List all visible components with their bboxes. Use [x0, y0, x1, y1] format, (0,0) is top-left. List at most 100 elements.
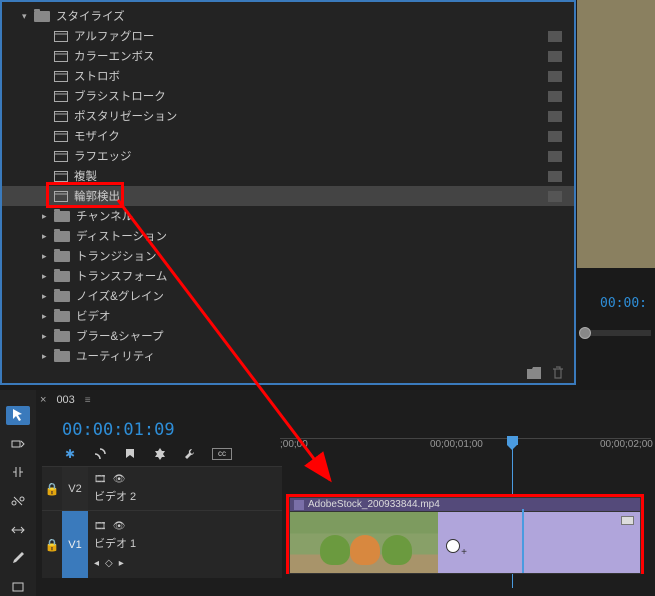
- caret-right-icon: ▸: [42, 311, 54, 322]
- track-select-tool[interactable]: [6, 435, 30, 454]
- panel-menu-icon[interactable]: ≡: [85, 395, 91, 406]
- effects-panel: ▾ スタイライズ アルファグロー カラーエンボス ストロボ ブラシストローク ポ…: [0, 0, 576, 385]
- razor-tool[interactable]: [6, 492, 30, 511]
- effect-label: 複製: [74, 168, 548, 184]
- effect-item[interactable]: ストロボ: [2, 66, 574, 86]
- clip-thumbnail: [290, 512, 438, 573]
- panel-footer: [526, 366, 566, 380]
- thumbnail-content: [382, 535, 412, 565]
- folder-stylize[interactable]: ▾ スタイライズ: [2, 6, 574, 26]
- timeline-toolbar: ✱ cc: [62, 446, 232, 462]
- effect-badge-icon: [548, 131, 562, 142]
- track-headers: 🔒 V2 🎞 👁 ビデオ 2 🔒 V1 🎞 👁 ビデオ 1 ◂: [42, 466, 282, 578]
- scrub-bar[interactable]: [579, 330, 651, 336]
- toggle-eye-icon[interactable]: 👁: [113, 521, 126, 532]
- folder-label: トランジション: [76, 248, 566, 264]
- toggle-output-icon[interactable]: 🎞: [94, 474, 107, 485]
- folder-row[interactable]: ▸ トランジション: [2, 246, 574, 266]
- caret-right-icon: ▸: [42, 251, 54, 262]
- playhead-head-icon[interactable]: [507, 436, 518, 445]
- clip-body[interactable]: [289, 512, 641, 574]
- clip-playhead-line: [522, 509, 524, 573]
- effects-tree: ▾ スタイライズ アルファグロー カラーエンボス ストロボ ブラシストローク ポ…: [2, 2, 574, 370]
- folder-row[interactable]: ▸チャンネル: [2, 206, 574, 226]
- effect-item[interactable]: アルファグロー: [2, 26, 574, 46]
- toggle-output-icon[interactable]: 🎞: [94, 521, 107, 532]
- folder-label: ノイズ&グレイン: [76, 288, 566, 304]
- time-ruler[interactable]: ;00;00 00;00;01;00 00;00;02;00: [280, 438, 651, 462]
- lock-icon[interactable]: 🔒: [42, 538, 62, 552]
- track-target-v1[interactable]: V1: [62, 511, 88, 578]
- folder-icon: [54, 311, 70, 322]
- preset-icon: [54, 51, 68, 62]
- selection-tool[interactable]: [6, 406, 30, 425]
- timeline-panel: × 003 ≡ 00:00:01:09 ✱ cc ;00;00 00;00;01…: [0, 390, 655, 596]
- folder-label: ブラー&シャープ: [76, 328, 566, 344]
- folder-label: ビデオ: [76, 308, 566, 324]
- track-header-v1[interactable]: 🔒 V1 🎞 👁 ビデオ 1 ◂ ◇ ▸: [42, 510, 282, 578]
- pen-tool[interactable]: [6, 549, 30, 568]
- marker-icon[interactable]: [122, 446, 138, 462]
- captions-icon[interactable]: cc: [212, 448, 232, 460]
- preset-icon: [54, 131, 68, 142]
- new-bin-icon[interactable]: [526, 366, 542, 380]
- next-keyframe-icon[interactable]: ▸: [119, 558, 124, 569]
- monitor-timecode[interactable]: 00:00:: [600, 296, 647, 311]
- timeline-tab[interactable]: × 003 ≡: [40, 394, 91, 406]
- folder-row[interactable]: ▸ ビデオ: [2, 306, 574, 326]
- effect-item[interactable]: ブラシストローク: [2, 86, 574, 106]
- timeline-timecode[interactable]: 00:00:01:09: [62, 420, 175, 440]
- effect-label: カラーエンボス: [74, 48, 548, 64]
- folder-row[interactable]: ▸トランスフォーム: [2, 266, 574, 286]
- wrench-icon[interactable]: [182, 446, 198, 462]
- folder-row[interactable]: ▸ユーティリティ: [2, 346, 574, 366]
- preset-icon: [54, 91, 68, 102]
- linked-selection-icon[interactable]: [92, 446, 108, 462]
- track-target-v2[interactable]: V2: [62, 467, 88, 510]
- effect-item[interactable]: ラフエッジ: [2, 146, 574, 166]
- effect-badge-icon: [548, 31, 562, 42]
- effect-item[interactable]: モザイク: [2, 126, 574, 146]
- effect-item[interactable]: ポスタリゼーション: [2, 106, 574, 126]
- folder-icon: [54, 331, 70, 342]
- annotation-highlight-box: [46, 182, 124, 208]
- ripple-edit-tool[interactable]: [6, 463, 30, 482]
- lock-icon[interactable]: 🔒: [42, 482, 62, 496]
- thumbnail-content: [320, 535, 350, 565]
- folder-row[interactable]: ▸ブラー&シャープ: [2, 326, 574, 346]
- track-name: ビデオ 2: [94, 488, 136, 504]
- effect-item[interactable]: カラーエンボス: [2, 46, 574, 66]
- preset-icon: [54, 31, 68, 42]
- slip-tool[interactable]: [6, 520, 30, 539]
- toggle-eye-icon[interactable]: 👁: [113, 474, 126, 485]
- snap-icon[interactable]: ✱: [62, 446, 78, 462]
- folder-row[interactable]: ▸ディストーション: [2, 226, 574, 246]
- add-keyframe-icon[interactable]: ◇: [105, 558, 113, 569]
- prev-keyframe-icon[interactable]: ◂: [94, 558, 99, 569]
- ruler-mark: 00;00;01;00: [430, 439, 483, 450]
- folder-icon: [54, 251, 70, 262]
- folder-icon: [54, 231, 70, 242]
- track-name: ビデオ 1: [94, 535, 136, 551]
- preset-icon: [54, 111, 68, 122]
- close-tab-icon[interactable]: ×: [40, 394, 46, 406]
- folder-label: トランスフォーム: [76, 268, 566, 284]
- sequence-name: 003: [56, 394, 74, 406]
- scrub-handle-icon[interactable]: [579, 327, 591, 339]
- rectangle-tool[interactable]: [6, 577, 30, 596]
- clip-header[interactable]: AdobeStock_200933844.mp4: [289, 497, 641, 512]
- folder-icon: [54, 291, 70, 302]
- preset-icon: [54, 151, 68, 162]
- folder-icon: [54, 351, 70, 362]
- folder-icon: [54, 211, 70, 222]
- track-header-v2[interactable]: 🔒 V2 🎞 👁 ビデオ 2: [42, 466, 282, 510]
- fx-icon[interactable]: [294, 500, 304, 510]
- tool-column: [0, 390, 36, 596]
- folder-icon: [34, 11, 50, 22]
- trash-icon[interactable]: [550, 366, 566, 380]
- caret-right-icon: ▸: [42, 211, 54, 222]
- settings-icon[interactable]: [152, 446, 168, 462]
- clip-name: AdobeStock_200933844.mp4: [308, 499, 440, 510]
- effect-badge-icon: [548, 171, 562, 182]
- folder-row[interactable]: ▸ノイズ&グレイン: [2, 286, 574, 306]
